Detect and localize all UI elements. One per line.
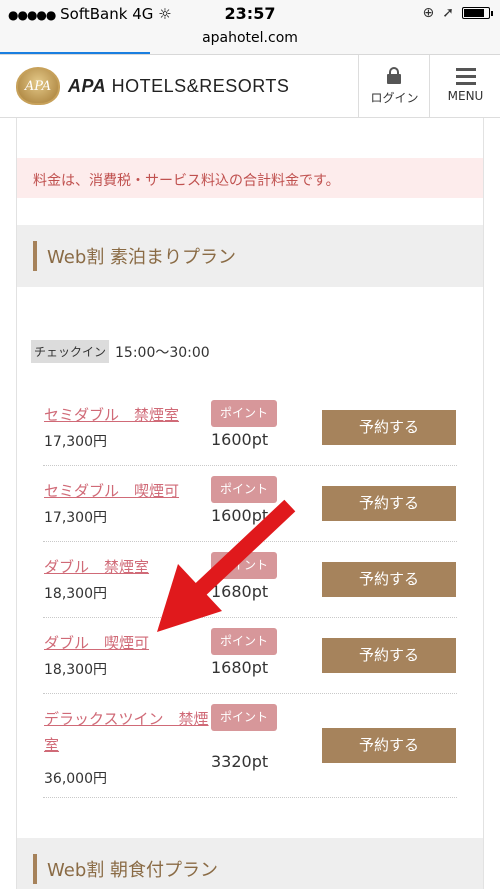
- room-name-link[interactable]: ダブル 喫煙可: [44, 630, 209, 656]
- reserve-button[interactable]: 予約する: [322, 486, 456, 521]
- room-name-link[interactable]: セミダブル 喫煙可: [44, 478, 209, 504]
- plan-title: Web割 素泊まりプラン: [47, 247, 236, 268]
- room-points: 1600pt: [211, 506, 269, 525]
- room-price: 18,300円: [44, 662, 107, 678]
- room-price: 36,000円: [44, 771, 107, 787]
- battery-icon: [462, 7, 493, 19]
- url-bar[interactable]: apahotel.com: [0, 30, 500, 54]
- checkin-time: 15:00〜30:00: [115, 344, 210, 361]
- reserve-button[interactable]: 予約する: [322, 638, 456, 673]
- room-price: 17,300円: [44, 434, 107, 450]
- reserve-button[interactable]: 予約する: [322, 562, 456, 597]
- plan-heading-room-only: Web割 素泊まりプラン: [17, 225, 483, 287]
- plan-heading-breakfast: Web割 朝食付プラン: [17, 838, 483, 889]
- apa-logo[interactable]: APA APA HOTELS&RESORTS: [16, 67, 289, 105]
- point-badge: ポイント: [211, 476, 277, 503]
- brand-bold: APA: [68, 75, 107, 96]
- apa-crest-icon: APA: [16, 67, 60, 105]
- point-badge: ポイント: [211, 704, 277, 731]
- menu-label: MENU: [447, 89, 484, 103]
- room-price: 18,300円: [44, 586, 107, 602]
- point-badge: ポイント: [211, 552, 277, 579]
- location-icon: ➚: [442, 5, 454, 21]
- room-list: セミダブル 禁煙室 17,300円 ポイント 1600pt 予約する セミダブル…: [43, 390, 457, 798]
- login-label: ログイン: [370, 91, 419, 105]
- room-points: 1680pt: [211, 582, 269, 601]
- room-name-link[interactable]: デラックスツイン 禁煙室: [44, 706, 209, 758]
- heading-accent-bar: [33, 854, 37, 884]
- heading-accent-bar: [33, 241, 37, 271]
- brand-name: APA HOTELS&RESORTS: [68, 76, 289, 97]
- point-badge: ポイント: [211, 400, 277, 427]
- status-bar: ●●●●● SoftBank 4G ☼ 23:57 ⊕ ➚: [0, 0, 500, 30]
- room-price: 17,300円: [44, 510, 107, 526]
- room-points: 1600pt: [211, 430, 269, 449]
- room-points: 3320pt: [211, 752, 269, 771]
- checkin-info: チェックイン 15:00〜30:00: [31, 340, 210, 363]
- menu-button[interactable]: MENU: [429, 55, 500, 118]
- site-header: APA APA HOTELS&RESORTS ログイン MENU: [0, 55, 500, 118]
- crest-text: APA: [24, 78, 52, 94]
- hamburger-menu-icon: [456, 68, 476, 89]
- room-row: ダブル 喫煙可 18,300円 ポイント 1680pt 予約する: [43, 618, 457, 694]
- price-notice: 料金は、消費税・サービス料込の合計料金です。: [17, 158, 483, 198]
- room-row: セミダブル 喫煙可 17,300円 ポイント 1600pt 予約する: [43, 466, 457, 542]
- url-text: apahotel.com: [202, 30, 298, 46]
- room-name-link[interactable]: ダブル 禁煙室: [44, 554, 209, 580]
- login-button[interactable]: ログイン: [358, 55, 429, 118]
- battery-level: [464, 9, 485, 17]
- reserve-button[interactable]: 予約する: [322, 728, 456, 763]
- room-row: ダブル 禁煙室 18,300円 ポイント 1680pt 予約する: [43, 542, 457, 618]
- brand-rest: HOTELS&RESORTS: [106, 75, 290, 96]
- checkin-tag: チェックイン: [31, 340, 110, 363]
- room-row: デラックスツイン 禁煙室 36,000円 ポイント 3320pt 予約する: [43, 694, 457, 798]
- lock-rotation-icon: ⊕: [422, 5, 435, 21]
- lock-icon: [387, 67, 401, 84]
- room-row: セミダブル 禁煙室 17,300円 ポイント 1600pt 予約する: [43, 390, 457, 466]
- room-points: 1680pt: [211, 658, 269, 677]
- point-badge: ポイント: [211, 628, 277, 655]
- plan-title: Web割 朝食付プラン: [47, 860, 218, 881]
- reserve-button[interactable]: 予約する: [322, 410, 456, 445]
- plan-card: 料金は、消費税・サービス料込の合計料金です。 Web割 素泊まりプラン チェック…: [16, 118, 484, 889]
- room-name-link[interactable]: セミダブル 禁煙室: [44, 402, 209, 428]
